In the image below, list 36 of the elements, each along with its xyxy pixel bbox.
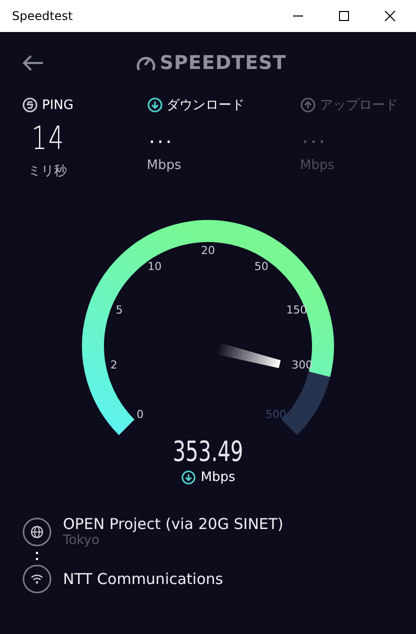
- gauge-tick-label: 50: [254, 260, 268, 274]
- metric-unit: Mbps: [146, 158, 182, 173]
- metric-value: ...: [148, 123, 174, 150]
- gauge-needle: [216, 342, 281, 368]
- connection-name: OPEN Project (via 20G SINET): [63, 515, 284, 533]
- maximize-icon[interactable]: [338, 10, 350, 22]
- connector-dots-icon: [35, 551, 39, 561]
- gauge-tick-label: 2: [110, 358, 118, 372]
- back-arrow-icon[interactable]: [22, 54, 44, 72]
- connection-name: NTT Communications: [63, 570, 224, 588]
- gauge-tick-label: 10: [148, 260, 162, 274]
- globe-icon: [22, 516, 52, 546]
- download-icon: [146, 97, 163, 113]
- gauge-tick-label: 5: [116, 303, 123, 316]
- close-icon[interactable]: [384, 10, 396, 22]
- download-icon: [180, 470, 196, 485]
- speed-unit: Mbps: [200, 470, 236, 485]
- wifi-icon: [22, 564, 52, 594]
- gauge-tick-label: 0: [136, 408, 144, 421]
- metric-unit: ミリ秒: [28, 163, 68, 180]
- metric-value: 14: [32, 118, 66, 159]
- speedtest-logo: SPEEDTEST: [160, 52, 286, 74]
- metric-unit: Mbps: [300, 158, 334, 173]
- gauge-tick-label: 20: [201, 244, 215, 257]
- ping-icon: [22, 97, 38, 113]
- gauge-tick-label: 150: [286, 303, 308, 316]
- metric-value: ...: [302, 123, 328, 150]
- metric-label: PING: [42, 98, 74, 112]
- speed-reading: 353.49: [172, 436, 244, 468]
- window-title: Speedtest: [12, 9, 73, 23]
- metric-label: アップロード: [320, 97, 398, 114]
- upload-icon: [300, 97, 316, 113]
- gauge-tick-label: 500: [265, 408, 286, 421]
- server-location: Tokyo: [63, 533, 100, 548]
- speedometer-icon: [136, 54, 156, 72]
- metric-label: ダウンロード: [166, 97, 245, 114]
